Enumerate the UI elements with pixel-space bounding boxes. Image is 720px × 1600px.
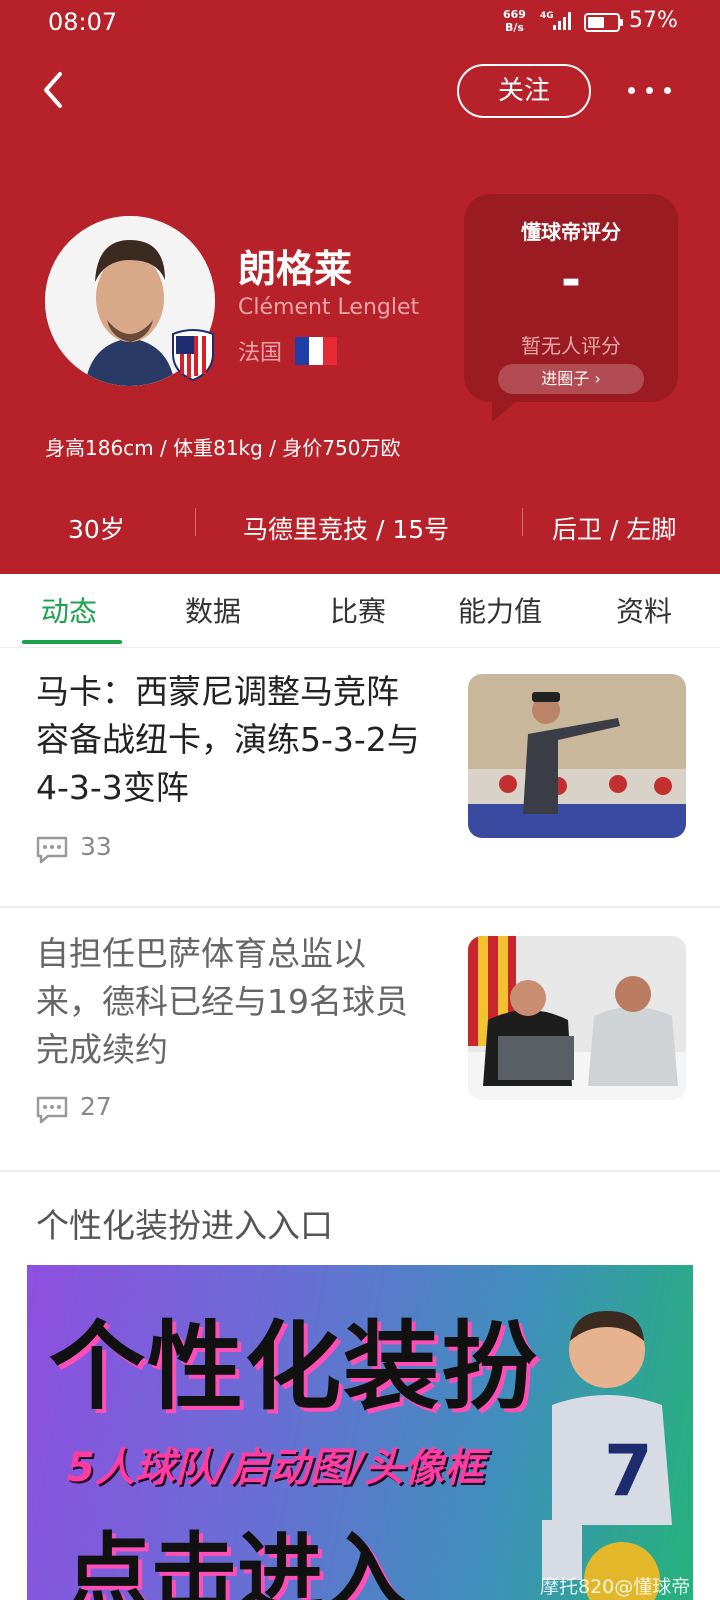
follow-button[interactable]: 关注 bbox=[457, 64, 591, 118]
club-badge-icon bbox=[170, 324, 216, 382]
rating-title: 懂球帝评分 bbox=[521, 220, 621, 244]
news-item[interactable]: 自担任巴萨体育总监以来，德科已经与19名球员完成续约 27 bbox=[0, 908, 720, 1168]
comment-count: 27 bbox=[80, 1092, 112, 1121]
tab-active-indicator bbox=[22, 640, 122, 644]
more-button[interactable] bbox=[626, 72, 676, 108]
watermark: 摩托820@懂球帝 bbox=[540, 1576, 691, 1598]
comment-icon bbox=[36, 1096, 68, 1124]
player-body-stats: 身高186cm / 体重81kg / 身价750万欧 bbox=[45, 436, 401, 460]
net-speed-value: 669 bbox=[503, 8, 526, 21]
customization-banner[interactable]: 个性化装扮 5人球队/启动图/头像框 点击进入 7 bbox=[27, 1265, 693, 1600]
section-title: 个性化装扮进入入口 bbox=[36, 1206, 333, 1245]
france-flag-icon bbox=[295, 337, 337, 365]
divider bbox=[522, 508, 523, 536]
player-club-number[interactable]: 马德里竞技 / 15号 bbox=[243, 510, 449, 546]
player-nation: 法国 bbox=[238, 341, 283, 366]
net-speed-unit: B/s bbox=[505, 21, 524, 34]
comment-icon bbox=[36, 836, 68, 864]
tab-matches[interactable]: 比赛 bbox=[330, 590, 386, 630]
tab-data[interactable]: 数据 bbox=[185, 590, 241, 630]
comment-count: 33 bbox=[80, 832, 112, 861]
battery-icon bbox=[584, 13, 623, 32]
network-type: 4G bbox=[540, 11, 554, 21]
rating-empty-text: 暂无人评分 bbox=[521, 334, 621, 358]
banner-cta: 点击进入 bbox=[65, 1524, 409, 1600]
status-time: 08:07 bbox=[48, 8, 118, 36]
join-circle-button[interactable]: 进圈子 › bbox=[498, 364, 644, 394]
tab-bar: 动态 数据 比赛 能力值 资料 bbox=[0, 574, 720, 648]
status-bar: 08:07 669 B/s 4G 57% bbox=[0, 0, 720, 46]
news-item[interactable]: 马卡：西蒙尼调整马竞阵容备战纽卡，演练5-3-2与4-3-3变阵 33 bbox=[0, 648, 720, 906]
player-header: 08:07 669 B/s 4G 57% 关注 朗格莱 Clément Leng… bbox=[0, 0, 720, 574]
divider bbox=[195, 508, 196, 536]
tab-profile[interactable]: 资料 bbox=[616, 590, 672, 630]
news-thumbnail bbox=[468, 936, 686, 1100]
back-button[interactable] bbox=[36, 68, 76, 112]
news-title: 自担任巴萨体育总监以来，德科已经与19名球员完成续约 bbox=[36, 934, 408, 1069]
news-thumbnail bbox=[468, 674, 686, 838]
more-dots-icon bbox=[628, 87, 635, 94]
player-age: 30岁 bbox=[68, 515, 125, 544]
chevron-left-icon bbox=[44, 72, 62, 108]
svg-text:7: 7 bbox=[604, 1430, 653, 1512]
player-english-name: Clément Lenglet bbox=[238, 295, 420, 320]
tab-feed[interactable]: 动态 bbox=[41, 590, 97, 630]
tab-ability[interactable]: 能力值 bbox=[458, 590, 542, 630]
cartoon-player-icon: 7 bbox=[542, 1311, 672, 1600]
banner-heading: 个性化装扮 bbox=[49, 1311, 539, 1423]
player-position: 后卫 / 左脚 bbox=[552, 515, 677, 544]
divider bbox=[0, 1170, 720, 1172]
chevron-right-icon: › bbox=[594, 369, 601, 388]
battery-percent: 57% bbox=[629, 8, 678, 33]
banner-subheading: 5人球队/启动图/头像框 bbox=[67, 1445, 485, 1491]
rating-card[interactable]: 懂球帝评分 - 暂无人评分 进圈子 › bbox=[464, 194, 678, 422]
player-name: 朗格莱 bbox=[238, 247, 353, 291]
join-circle-label: 进圈子 bbox=[541, 369, 590, 388]
net-speed: 669 B/s bbox=[503, 8, 526, 34]
signal-icon bbox=[553, 12, 575, 30]
rating-score: - bbox=[561, 252, 581, 308]
player-info-row: 30岁 马德里竞技 / 15号 后卫 / 左脚 bbox=[0, 502, 720, 558]
news-title: 马卡：西蒙尼调整马竞阵容备战纽卡，演练5-3-2与4-3-3变阵 bbox=[36, 672, 420, 807]
